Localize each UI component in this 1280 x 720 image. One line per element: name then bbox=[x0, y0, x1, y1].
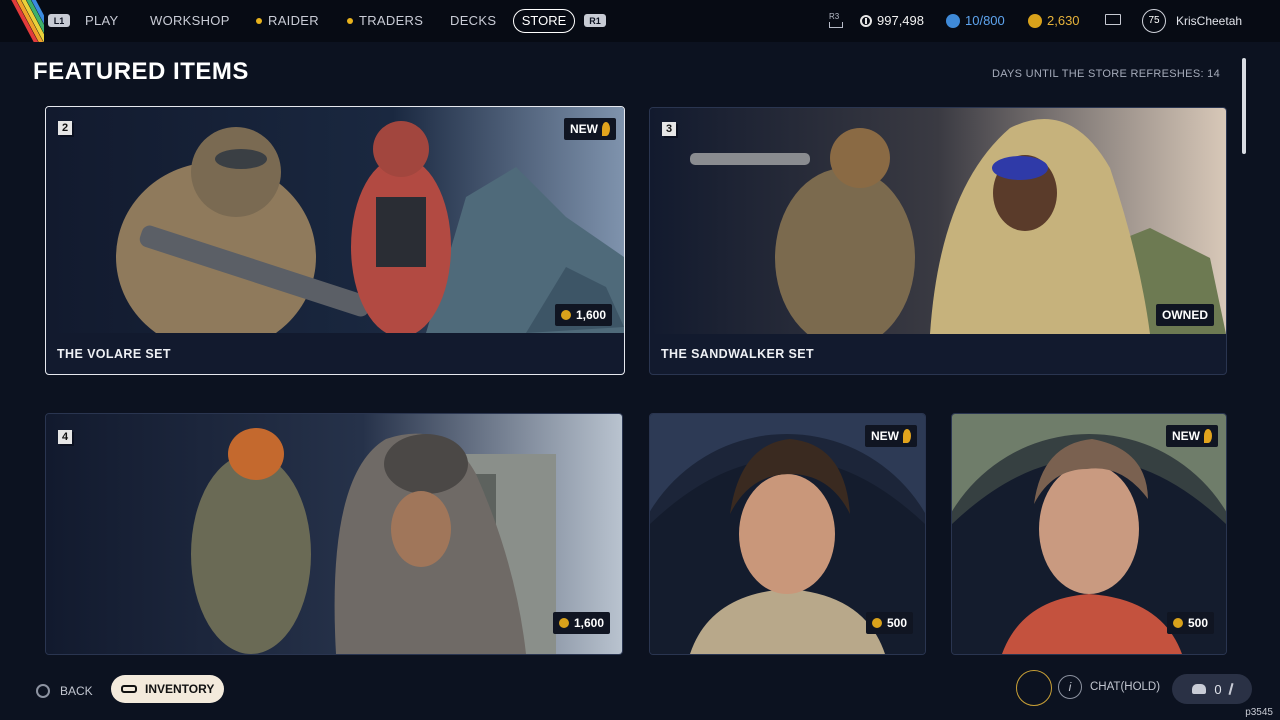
nav-store[interactable]: STORE bbox=[513, 9, 575, 33]
card-slot-number: 2 bbox=[58, 121, 72, 135]
new-tag: NEW bbox=[865, 425, 917, 447]
l1-hint: L1 bbox=[48, 14, 70, 27]
store-card-fur-set[interactable]: 4 1,600 bbox=[45, 413, 623, 655]
notification-dot bbox=[256, 18, 262, 24]
chat-label: CHAT(HOLD) bbox=[1090, 681, 1161, 693]
premium-value: 2,630 bbox=[1047, 13, 1080, 28]
price-tag: 1,600 bbox=[554, 304, 612, 326]
friends-count: 0 bbox=[1214, 681, 1222, 697]
mail-icon[interactable] bbox=[1105, 14, 1121, 25]
store-card-sandwalker-set[interactable]: 3 OWNED THE SANDWALKER SET bbox=[649, 107, 1227, 375]
premium-coin-icon bbox=[871, 618, 882, 628]
inventory-label: INVENTORY bbox=[145, 682, 215, 696]
info-icon: i bbox=[1058, 675, 1082, 699]
circle-button-icon bbox=[36, 684, 50, 698]
nav-raider-label: RAIDER bbox=[268, 13, 319, 28]
inventory-button[interactable]: INVENTORY bbox=[111, 675, 225, 703]
coins-currency: 997,498 bbox=[860, 13, 924, 28]
friends-icon bbox=[1192, 684, 1207, 694]
card-title: THE SANDWALKER SET bbox=[661, 347, 815, 361]
page-title: FEATURED ITEMS bbox=[33, 58, 249, 85]
premium-coin-icon bbox=[1028, 13, 1042, 28]
player-level-badge[interactable]: 75 bbox=[1142, 9, 1166, 33]
fur-set-artwork bbox=[46, 414, 622, 654]
store-card-character-1[interactable]: NEW 500 bbox=[649, 413, 926, 655]
price-value: 500 bbox=[886, 616, 907, 630]
chat-button[interactable]: i CHAT(HOLD) bbox=[1058, 675, 1160, 699]
notification-dot bbox=[347, 18, 353, 24]
price-tag: 500 bbox=[865, 612, 913, 634]
price-tag: 1,600 bbox=[552, 612, 610, 634]
owned-tag: OWNED bbox=[1156, 304, 1214, 326]
store-refresh-countdown: DAYS UNTIL THE STORE REFRESHES: 14 bbox=[991, 68, 1220, 80]
capacity-currency: 10/800 bbox=[946, 13, 1005, 28]
nav-traders[interactable]: TRADERS bbox=[347, 13, 423, 28]
new-tag: NEW bbox=[1166, 425, 1218, 447]
card-slot-number: 3 bbox=[662, 122, 676, 136]
feather-icon bbox=[903, 429, 911, 443]
new-tag: NEW bbox=[564, 118, 616, 140]
touchpad-icon bbox=[121, 685, 137, 693]
premium-coin-icon bbox=[1172, 618, 1183, 628]
game-logo-icon bbox=[1016, 670, 1052, 706]
friends-button[interactable]: 0 bbox=[1172, 674, 1252, 704]
capacity-value: 10/800 bbox=[965, 13, 1005, 28]
back-label: BACK bbox=[60, 684, 93, 698]
new-tag-label: NEW bbox=[1172, 429, 1200, 443]
premium-coin-icon bbox=[560, 310, 571, 320]
coins-value: 997,498 bbox=[877, 13, 924, 28]
coin-icon bbox=[860, 14, 872, 27]
sandwalker-set-artwork bbox=[650, 108, 1226, 334]
nav-decks[interactable]: DECKS bbox=[450, 13, 496, 28]
r1-hint: R1 bbox=[584, 14, 606, 27]
scrollbar[interactable] bbox=[1242, 58, 1246, 154]
nav-play[interactable]: PLAY bbox=[85, 13, 118, 28]
store-card-volare-set[interactable]: 2 NEW 1,600 THE VOLARE SET bbox=[45, 106, 625, 375]
price-value: 1,600 bbox=[575, 308, 606, 322]
premium-coin-icon bbox=[558, 618, 569, 628]
capacity-icon bbox=[946, 13, 960, 28]
stash-icon[interactable] bbox=[829, 22, 843, 28]
price-tag: 500 bbox=[1166, 612, 1214, 634]
new-tag-label: NEW bbox=[871, 429, 899, 443]
feather-icon bbox=[1204, 429, 1212, 443]
volare-set-artwork bbox=[46, 107, 624, 333]
premium-currency: 2,630 bbox=[1028, 13, 1080, 28]
username[interactable]: KrisCheetah bbox=[1176, 14, 1242, 28]
price-value: 500 bbox=[1187, 616, 1208, 630]
mic-icon bbox=[1228, 682, 1234, 696]
store-card-character-2[interactable]: NEW 500 bbox=[951, 413, 1227, 655]
price-value: 1,600 bbox=[573, 616, 604, 630]
owned-label: OWNED bbox=[1162, 308, 1208, 322]
card-slot-number: 4 bbox=[58, 430, 72, 444]
feather-icon bbox=[602, 122, 610, 136]
new-tag-label: NEW bbox=[570, 122, 598, 136]
card-title: THE VOLARE SET bbox=[57, 347, 171, 361]
r3-hint: R3 bbox=[829, 12, 840, 21]
brand-stripes bbox=[0, 0, 44, 42]
nav-traders-label: TRADERS bbox=[359, 13, 424, 28]
nav-raider[interactable]: RAIDER bbox=[256, 13, 319, 28]
back-button[interactable]: BACK bbox=[36, 684, 93, 698]
nav-workshop[interactable]: WORKSHOP bbox=[150, 13, 230, 28]
top-nav-bar: L1 PLAY WORKSHOP RAIDER TRADERS DECKS ST… bbox=[0, 0, 1280, 42]
build-version: p3545 bbox=[1245, 707, 1273, 718]
